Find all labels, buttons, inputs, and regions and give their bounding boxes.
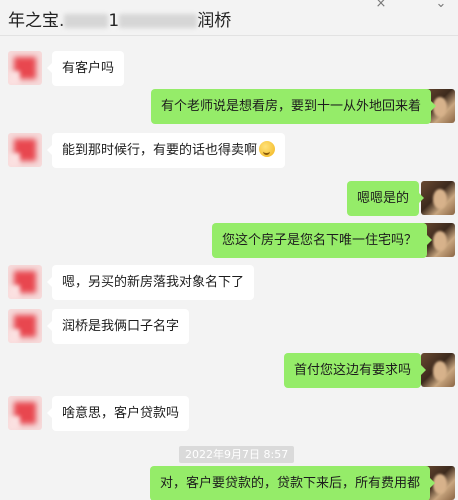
- message-bubble[interactable]: 首付您这边有要求吗: [284, 353, 427, 388]
- timestamp-divider: 2022年9月7日 8:57: [179, 446, 295, 463]
- contact-avatar[interactable]: [8, 133, 42, 167]
- message-text: 能到那时候行，有要的话也得卖啊: [62, 143, 258, 158]
- chat-title-name: 润桥: [197, 11, 232, 31]
- message-bubble[interactable]: 润桥是我俩口子名字: [46, 309, 190, 344]
- self-avatar[interactable]: [421, 181, 455, 215]
- thinking-face-icon: [259, 141, 276, 157]
- chat-title-mid: 1: [108, 11, 120, 31]
- close-icon[interactable]: ×: [370, 0, 392, 12]
- message-bubble[interactable]: 能到那时候行，有要的话也得卖啊: [46, 133, 286, 168]
- redacted-block: [64, 14, 109, 28]
- self-avatar[interactable]: [421, 353, 455, 387]
- message-bubble[interactable]: 啥意思，客户贷款吗: [46, 396, 190, 431]
- message-bubble[interactable]: 有客户吗: [46, 51, 125, 86]
- message-bubble[interactable]: 对，客户要贷款的，贷款下来后，所有费用都: [150, 466, 436, 500]
- chat-title: 年之宝. 1 润桥: [8, 6, 231, 31]
- message-bubble[interactable]: 您这个房子是您名下唯一住宅吗？: [212, 223, 433, 258]
- contact-avatar[interactable]: [8, 51, 42, 85]
- chat-title-prefix: 年之宝.: [8, 11, 65, 31]
- contact-avatar[interactable]: [8, 396, 42, 430]
- message-bubble[interactable]: 嗯，另买的新房落我对象名下了: [46, 265, 255, 300]
- chevron-down-icon[interactable]: ⌄: [430, 0, 452, 12]
- message-bubble[interactable]: 嗯嗯是的: [347, 181, 425, 216]
- message-list[interactable]: 有客户吗 有个老师说是想看房，要到十一从外地回来着 能到那时候行，有要的话也得卖…: [0, 36, 458, 500]
- redacted-block: [119, 14, 198, 28]
- message-bubble[interactable]: 有个老师说是想看房，要到十一从外地回来着: [151, 89, 437, 124]
- contact-avatar[interactable]: [8, 309, 42, 343]
- chat-header: 年之宝. 1 润桥 × ⌄: [0, 0, 458, 36]
- contact-avatar[interactable]: [8, 265, 42, 299]
